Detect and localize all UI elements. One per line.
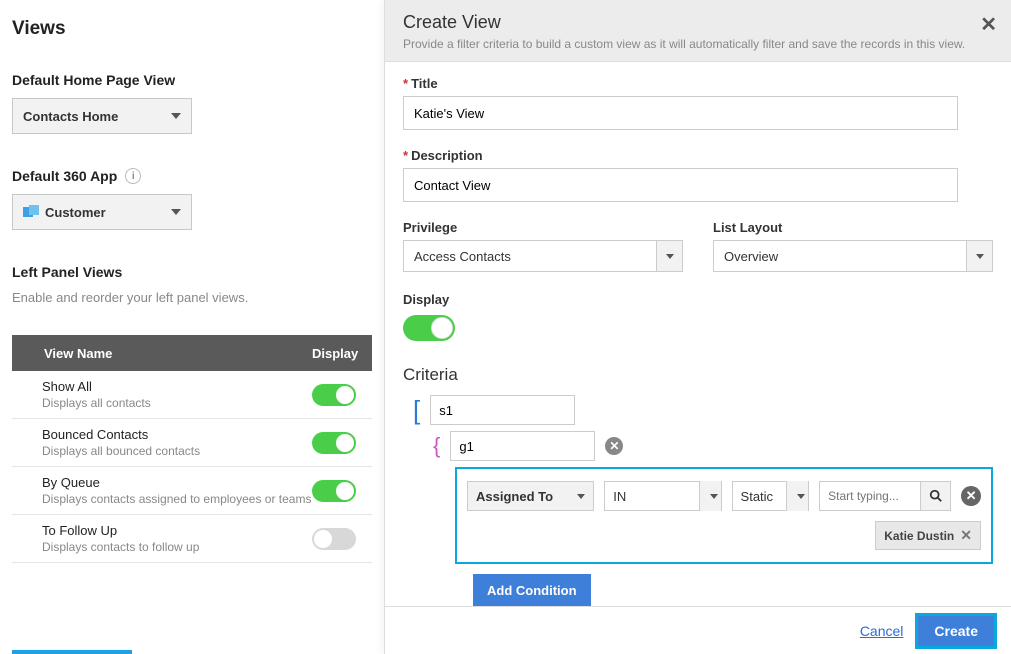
condition-operator-select[interactable]: IN bbox=[604, 481, 721, 511]
views-table-header: View Name Display bbox=[12, 335, 372, 371]
list-layout-value: Overview bbox=[714, 241, 966, 271]
page-title: Views bbox=[12, 18, 372, 40]
default-home-select-label: Contacts Home bbox=[23, 109, 118, 124]
display-toggle[interactable] bbox=[403, 315, 455, 341]
view-title: To Follow Up bbox=[42, 523, 312, 538]
remove-condition-icon[interactable]: ✕ bbox=[961, 486, 981, 506]
table-row: To Follow Up Displays contacts to follow … bbox=[12, 515, 372, 563]
create-view-panel: Create View Provide a filter criteria to… bbox=[384, 0, 1011, 654]
chevron-down-icon bbox=[699, 481, 721, 511]
description-input[interactable] bbox=[403, 168, 958, 202]
modal-subtitle: Provide a filter criteria to build a cus… bbox=[403, 37, 993, 51]
remove-group-icon[interactable]: ✕ bbox=[605, 437, 623, 455]
view-display-toggle[interactable] bbox=[312, 384, 356, 406]
view-display-toggle[interactable] bbox=[312, 480, 356, 502]
criteria-s1-input[interactable] bbox=[430, 395, 575, 425]
table-row: By Queue Displays contacts assigned to em… bbox=[12, 467, 372, 515]
view-title: By Queue bbox=[42, 475, 312, 490]
cancel-button[interactable]: Cancel bbox=[860, 623, 904, 639]
view-desc: Displays all contacts bbox=[42, 396, 312, 410]
default-home-select[interactable]: Contacts Home bbox=[12, 98, 192, 134]
condition-field-select[interactable]: Assigned To bbox=[467, 481, 594, 511]
title-label: *Title bbox=[403, 76, 993, 91]
criteria-heading: Criteria bbox=[403, 365, 993, 385]
criteria-g1-input[interactable] bbox=[450, 431, 595, 461]
display-label: Display bbox=[403, 292, 993, 307]
condition-value-search[interactable] bbox=[819, 481, 951, 511]
left-panel-views-heading: Left Panel Views bbox=[12, 264, 372, 280]
default-360-select[interactable]: Customer bbox=[12, 194, 192, 230]
list-layout-label: List Layout bbox=[713, 220, 993, 235]
view-desc: Displays all bounced contacts bbox=[42, 444, 312, 458]
default-360-heading: Default 360 App bbox=[12, 168, 117, 184]
list-layout-select[interactable]: Overview bbox=[713, 240, 993, 272]
view-title: Bounced Contacts bbox=[42, 427, 312, 442]
condition-type-select[interactable]: Static bbox=[732, 481, 810, 511]
close-icon[interactable]: ✕ bbox=[980, 12, 997, 37]
privilege-value: Access Contacts bbox=[404, 241, 656, 271]
view-title: Show All bbox=[42, 379, 312, 394]
customer-icon bbox=[23, 205, 39, 219]
default-home-heading: Default Home Page View bbox=[12, 72, 372, 88]
description-label: *Description bbox=[403, 148, 993, 163]
chip-label: Katie Dustin bbox=[884, 529, 954, 543]
modal-title: Create View bbox=[403, 12, 993, 33]
chevron-down-icon bbox=[966, 241, 992, 271]
bottom-accent-bar bbox=[12, 650, 132, 654]
brace-open-icon: { bbox=[433, 435, 440, 457]
chevron-down-icon bbox=[171, 209, 181, 215]
col-display: Display bbox=[312, 346, 372, 361]
condition-operator-value: IN bbox=[613, 489, 690, 504]
chevron-down-icon bbox=[656, 241, 682, 271]
chip-remove-icon[interactable]: ✕ bbox=[960, 527, 972, 544]
view-display-toggle[interactable] bbox=[312, 432, 356, 454]
create-button[interactable]: Create bbox=[915, 613, 997, 649]
value-chip: Katie Dustin ✕ bbox=[875, 521, 981, 550]
table-row: Show All Displays all contacts bbox=[12, 371, 372, 419]
default-360-select-label: Customer bbox=[45, 205, 106, 220]
bracket-open-icon: [ bbox=[413, 397, 420, 423]
view-desc: Displays contacts to follow up bbox=[42, 540, 312, 554]
info-icon[interactable]: i bbox=[125, 168, 141, 184]
add-condition-button[interactable]: Add Condition bbox=[473, 574, 591, 606]
chevron-down-icon bbox=[577, 494, 585, 499]
privilege-label: Privilege bbox=[403, 220, 683, 235]
condition-container: Assigned To IN Static bbox=[455, 467, 993, 564]
chevron-down-icon bbox=[171, 113, 181, 119]
view-display-toggle[interactable] bbox=[312, 528, 356, 550]
col-view-name: View Name bbox=[42, 346, 312, 361]
left-panel-views-sub: Enable and reorder your left panel views… bbox=[12, 290, 372, 305]
condition-field-value: Assigned To bbox=[476, 489, 553, 504]
privilege-select[interactable]: Access Contacts bbox=[403, 240, 683, 272]
condition-type-value: Static bbox=[741, 489, 779, 504]
title-input[interactable] bbox=[403, 96, 958, 130]
search-icon[interactable] bbox=[920, 482, 950, 510]
view-desc: Displays contacts assigned to employees … bbox=[42, 492, 312, 506]
chevron-down-icon bbox=[786, 481, 808, 511]
table-row: Bounced Contacts Displays all bounced con… bbox=[12, 419, 372, 467]
condition-search-input[interactable] bbox=[820, 482, 920, 510]
